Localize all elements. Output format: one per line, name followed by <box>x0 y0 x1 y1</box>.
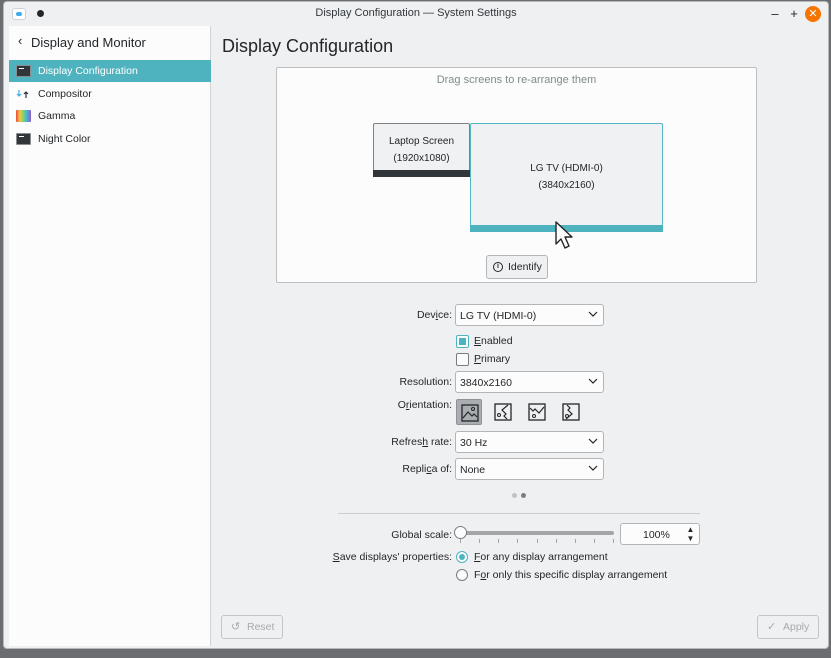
refresh-rate-value: 30 Hz <box>460 437 488 449</box>
night-color-icon <box>16 133 31 145</box>
resolution-value: 3840x2160 <box>460 377 512 389</box>
reset-label: Reset <box>247 621 275 633</box>
orientation-inverted-icon <box>528 403 546 421</box>
apply-label: Apply <box>783 621 810 633</box>
refresh-rate-select[interactable]: 30 Hz <box>455 431 604 453</box>
device-value: LG TV (HDMI-0) <box>460 310 537 322</box>
orientation-left-icon <box>494 403 512 421</box>
page-dot[interactable] <box>512 493 517 498</box>
minimize-button[interactable]: – <box>767 6 783 22</box>
sidebar-item-label: Gamma <box>38 110 76 122</box>
sidebar-item-label: Night Color <box>38 133 91 145</box>
global-scale-label: Global scale: <box>391 529 452 541</box>
sidebar: ‹ Display and Monitor Display Configurat… <box>9 26 211 646</box>
reset-icon: ↺ <box>231 621 241 633</box>
replica-of-value: None <box>460 464 486 476</box>
info-icon: i <box>493 262 503 272</box>
primary-checkbox[interactable] <box>456 353 469 366</box>
replica-of-select[interactable]: None <box>455 458 604 480</box>
screen-resolution: (1920x1080) <box>393 153 450 164</box>
chevron-down-icon <box>588 378 598 384</box>
screen-name: LG TV (HDMI-0) <box>530 163 603 174</box>
orientation-right-icon <box>562 403 580 421</box>
global-scale-slider-handle[interactable] <box>454 526 467 539</box>
spin-up-icon[interactable]: ▲ <box>686 525 695 534</box>
orientation-left-button[interactable] <box>490 399 516 425</box>
system-settings-window: Display Configuration — System Settings … <box>3 1 829 649</box>
orientation-inverted-button[interactable] <box>524 399 550 425</box>
page-title: Display Configuration <box>222 36 394 56</box>
option-any-arrangement-label: For any display arrangement <box>474 551 608 563</box>
maximize-button[interactable]: + <box>786 6 802 22</box>
resolution-select[interactable]: 3840x2160 <box>455 371 604 393</box>
identify-button[interactable]: i Identify <box>486 255 548 279</box>
global-scale-slider[interactable] <box>460 531 614 535</box>
screen-lg-tv[interactable]: LG TV (HDMI-0) (3840x2160) <box>470 123 663 232</box>
slider-ticks <box>460 539 614 544</box>
checkmark-icon: ✓ <box>767 621 777 633</box>
save-properties-label: Save displays' properties: <box>332 551 452 563</box>
resolution-label: Resolution: <box>399 376 452 388</box>
gamma-icon <box>16 110 31 122</box>
chevron-down-icon <box>588 465 598 471</box>
separator <box>338 513 700 514</box>
close-button[interactable]: ✕ <box>805 6 821 22</box>
screen-resolution: (3840x2160) <box>538 180 595 191</box>
monitor-icon <box>16 65 31 77</box>
arrangement-hint: Drag screens to re-arrange them <box>436 74 597 86</box>
window-title: Display Configuration — System Settings <box>315 7 517 19</box>
orientation-normal-button[interactable] <box>456 399 482 425</box>
title-bar: Display Configuration — System Settings … <box>4 2 828 26</box>
chevron-down-icon <box>588 438 598 444</box>
option-specific-arrangement-label: For only this specific display arrangeme… <box>474 569 668 581</box>
screen-bar <box>373 170 470 177</box>
chevron-left-icon: ‹ <box>18 33 23 48</box>
screen-laptop[interactable]: Laptop Screen (1920x1080) <box>373 123 470 177</box>
replica-of-label: Replica of: <box>402 463 452 475</box>
option-any-arrangement-radio[interactable] <box>456 551 468 563</box>
compositor-icon <box>16 88 31 100</box>
sidebar-item-night-color[interactable]: Night Color <box>9 128 211 150</box>
sidebar-item-gamma[interactable]: Gamma <box>9 105 211 127</box>
screen-name: Laptop Screen <box>388 136 455 147</box>
sidebar-item-label: Display Configuration <box>38 65 138 77</box>
primary-label: Primary <box>474 353 511 365</box>
back-to-display-and-monitor[interactable]: ‹ Display and Monitor <box>9 32 210 54</box>
sidebar-item-compositor[interactable]: Compositor <box>9 83 211 105</box>
device-label: Device: <box>416 309 452 321</box>
sidebar-item-display-configuration[interactable]: Display Configuration <box>9 60 211 82</box>
refresh-rate-label: Refresh rate: <box>391 436 452 448</box>
orientation-label: Orientation: <box>397 399 452 411</box>
identify-label: Identify <box>508 261 542 273</box>
screen-arrangement-area[interactable]: Drag screens to re-arrange them Laptop S… <box>276 67 757 283</box>
mouse-cursor-icon <box>555 221 573 249</box>
global-scale-spinbox[interactable]: 100% ▲ ▼ <box>620 523 700 545</box>
reset-button[interactable]: ↺ Reset <box>221 615 283 639</box>
chevron-down-icon <box>588 311 598 317</box>
device-select[interactable]: LG TV (HDMI-0) <box>455 304 604 326</box>
apply-button[interactable]: ✓ Apply <box>757 615 819 639</box>
sidebar-header-label: Display and Monitor <box>31 35 146 50</box>
page-dot-current[interactable] <box>521 493 526 498</box>
orientation-right-button[interactable] <box>558 399 584 425</box>
output-page-indicator <box>512 489 530 501</box>
enabled-label: Enabled <box>474 335 513 347</box>
orientation-normal-icon <box>461 404 479 422</box>
sidebar-item-label: Compositor <box>38 88 92 100</box>
global-scale-value: 100% <box>643 529 670 541</box>
option-specific-arrangement-radio[interactable] <box>456 569 468 581</box>
spin-down-icon[interactable]: ▼ <box>686 534 695 543</box>
enabled-checkbox[interactable] <box>456 335 469 348</box>
main-panel: Display Configuration Drag screens to re… <box>212 26 828 648</box>
